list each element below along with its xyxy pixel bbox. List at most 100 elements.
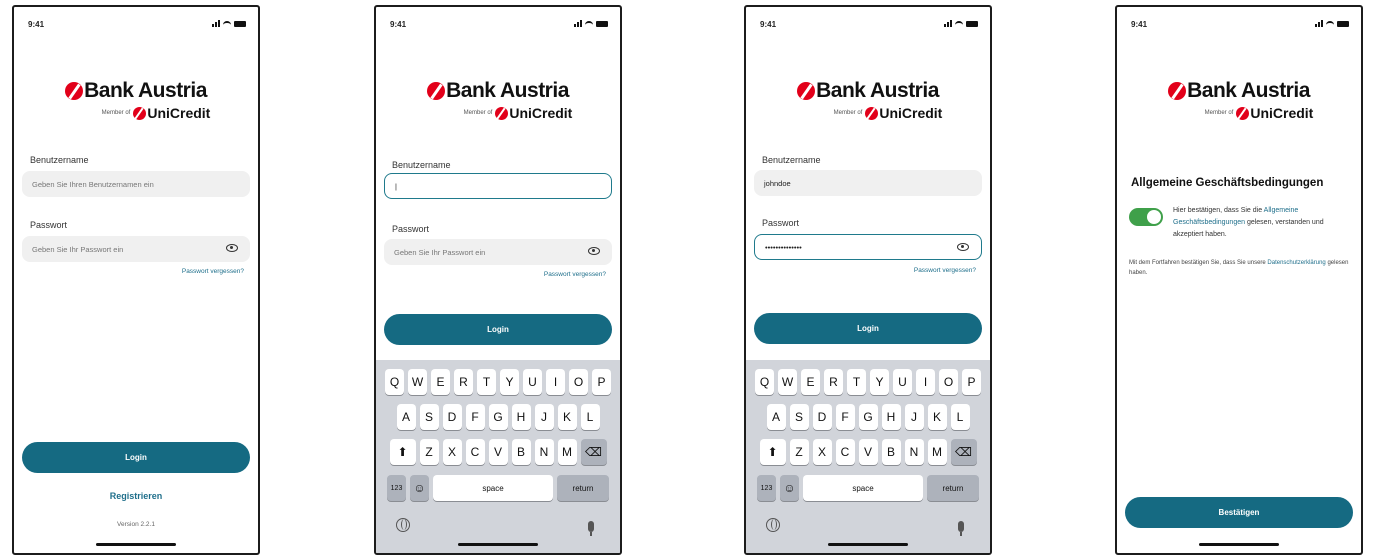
username-input[interactable]: johndoe xyxy=(754,170,982,196)
key[interactable]: A xyxy=(396,404,416,430)
key[interactable]: V xyxy=(858,439,878,465)
microphone-icon[interactable] xyxy=(958,521,964,536)
key[interactable]: Y xyxy=(870,369,889,395)
key[interactable]: E xyxy=(801,369,820,395)
key[interactable]: Q xyxy=(755,369,774,395)
key[interactable]: I xyxy=(916,369,935,395)
home-indicator[interactable] xyxy=(828,543,908,546)
login-button[interactable]: Login xyxy=(754,313,982,344)
bank-austria-logo: Bank Austria Member of UniCredit xyxy=(14,79,258,121)
phone-login-keyboard-screen: 9:41 Bank Austria Member of UniCredit Ben… xyxy=(374,5,622,555)
wifi-icon xyxy=(955,20,963,27)
home-indicator[interactable] xyxy=(96,543,176,546)
globe-icon[interactable] xyxy=(396,518,410,532)
username-input[interactable]: Geben Sie Ihren Benutzernamen ein xyxy=(22,171,250,197)
key[interactable]: N xyxy=(904,439,924,465)
key[interactable]: M xyxy=(557,439,577,465)
wifi-icon xyxy=(1326,20,1334,27)
key[interactable]: U xyxy=(523,369,542,395)
eye-icon[interactable] xyxy=(957,243,969,251)
forgot-password-link[interactable]: Passwort vergessen? xyxy=(914,267,976,274)
delete-key-icon[interactable]: ⌫ xyxy=(580,439,607,465)
key[interactable]: E xyxy=(431,369,450,395)
register-link[interactable]: Registrieren xyxy=(14,491,258,501)
emoji-key-icon[interactable]: ☺ xyxy=(780,475,799,501)
key[interactable]: T xyxy=(477,369,496,395)
key[interactable]: B xyxy=(511,439,531,465)
key[interactable]: P xyxy=(592,369,611,395)
eye-icon[interactable] xyxy=(226,244,238,252)
key[interactable]: O xyxy=(569,369,588,395)
return-key[interactable]: return xyxy=(927,475,979,501)
key[interactable]: G xyxy=(488,404,508,430)
terms-title: Allgemeine Geschäftsbedingungen xyxy=(1131,177,1324,189)
key[interactable]: V xyxy=(488,439,508,465)
key[interactable]: Y xyxy=(500,369,519,395)
key[interactable]: L xyxy=(950,404,970,430)
key[interactable]: U xyxy=(893,369,912,395)
delete-key-icon[interactable]: ⌫ xyxy=(950,439,977,465)
login-button[interactable]: Login xyxy=(384,314,612,345)
key[interactable]: D xyxy=(812,404,832,430)
key[interactable]: Z xyxy=(419,439,439,465)
shift-key-icon[interactable]: ⬆ xyxy=(389,439,416,465)
key[interactable]: H xyxy=(511,404,531,430)
key[interactable]: F xyxy=(835,404,855,430)
return-key[interactable]: return xyxy=(557,475,609,501)
shift-key-icon[interactable]: ⬆ xyxy=(759,439,786,465)
key[interactable]: S xyxy=(789,404,809,430)
key[interactable]: K xyxy=(557,404,577,430)
status-bar: 9:41 xyxy=(746,17,990,31)
key[interactable]: G xyxy=(858,404,878,430)
key[interactable]: D xyxy=(442,404,462,430)
key[interactable]: T xyxy=(847,369,866,395)
password-input[interactable]: Geben Sie Ihr Passwort ein xyxy=(22,236,250,262)
numbers-key[interactable]: 123 xyxy=(757,475,776,501)
key[interactable]: J xyxy=(534,404,554,430)
key[interactable]: M xyxy=(927,439,947,465)
key[interactable]: X xyxy=(442,439,462,465)
microphone-icon[interactable] xyxy=(588,521,594,536)
key[interactable]: J xyxy=(904,404,924,430)
battery-icon xyxy=(1337,20,1349,27)
login-button[interactable]: Login xyxy=(22,442,250,473)
accept-terms-toggle[interactable] xyxy=(1129,208,1163,226)
emoji-key-icon[interactable]: ☺ xyxy=(410,475,429,501)
forgot-password-link[interactable]: Passwort vergessen? xyxy=(182,268,244,275)
key[interactable]: R xyxy=(454,369,473,395)
globe-icon[interactable] xyxy=(766,518,780,532)
username-input[interactable]: | xyxy=(384,173,612,199)
space-key[interactable]: space xyxy=(803,475,923,501)
home-indicator[interactable] xyxy=(458,543,538,546)
key[interactable]: I xyxy=(546,369,565,395)
status-bar: 9:41 xyxy=(1117,17,1361,31)
key[interactable]: O xyxy=(939,369,958,395)
confirm-button[interactable]: Bestätigen xyxy=(1125,497,1353,528)
eye-icon[interactable] xyxy=(588,247,600,255)
key[interactable]: S xyxy=(419,404,439,430)
unicredit-logo-icon xyxy=(65,82,84,100)
key[interactable]: N xyxy=(534,439,554,465)
key[interactable]: Z xyxy=(789,439,809,465)
key[interactable]: B xyxy=(881,439,901,465)
key[interactable]: W xyxy=(778,369,797,395)
key[interactable]: C xyxy=(465,439,485,465)
home-indicator[interactable] xyxy=(1199,543,1279,546)
key[interactable]: H xyxy=(881,404,901,430)
key[interactable]: P xyxy=(962,369,981,395)
password-input[interactable]: Geben Sie Ihr Passwort ein xyxy=(384,239,612,265)
password-input[interactable]: •••••••••••••• xyxy=(754,234,982,260)
privacy-link[interactable]: Datenschutzerklärung xyxy=(1267,260,1325,266)
key[interactable]: R xyxy=(824,369,843,395)
key[interactable]: L xyxy=(580,404,600,430)
key[interactable]: X xyxy=(812,439,832,465)
key[interactable]: A xyxy=(766,404,786,430)
key[interactable]: F xyxy=(465,404,485,430)
key[interactable]: W xyxy=(408,369,427,395)
forgot-password-link[interactable]: Passwort vergessen? xyxy=(544,271,606,278)
numbers-key[interactable]: 123 xyxy=(387,475,406,501)
key[interactable]: C xyxy=(835,439,855,465)
key[interactable]: Q xyxy=(385,369,404,395)
key[interactable]: K xyxy=(927,404,947,430)
space-key[interactable]: space xyxy=(433,475,553,501)
